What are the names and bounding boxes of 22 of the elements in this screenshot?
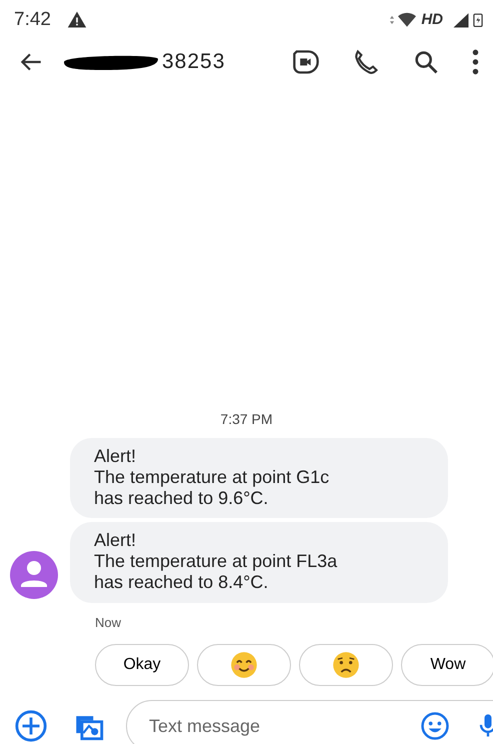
message-bubble: Alert! The temperature at point FL3a has reached to 8.4°C. — [70, 522, 448, 602]
suggestion-chip[interactable]: Okay — [95, 644, 189, 686]
suggestion-chip[interactable]: Wow — [401, 644, 493, 686]
contact-avatar-icon — [10, 550, 58, 598]
message-bubble: Alert! The temperature at point G1c has reached to 9.6°C. — [70, 438, 448, 518]
message-input[interactable]: Text message — [147, 712, 416, 740]
warning-icon — [66, 10, 87, 30]
worried-emoji-icon — [332, 651, 360, 679]
status-time: 7:42 — [14, 8, 51, 32]
smiley-icon — [420, 711, 450, 741]
message-time: Now — [95, 614, 122, 632]
signal-icon — [451, 11, 471, 29]
smiling-emoji-icon — [230, 651, 258, 679]
more-icon — [472, 49, 479, 75]
video-icon — [292, 48, 320, 76]
plus-circle-icon — [14, 709, 48, 743]
phone-icon — [352, 48, 380, 76]
timestamp: 7:37 PM — [219, 410, 274, 430]
message-field[interactable]: Text message — [126, 700, 493, 744]
wifi-icon — [397, 11, 418, 29]
network-label: HD — [421, 10, 443, 30]
contact-name: 38253 — [162, 49, 226, 76]
